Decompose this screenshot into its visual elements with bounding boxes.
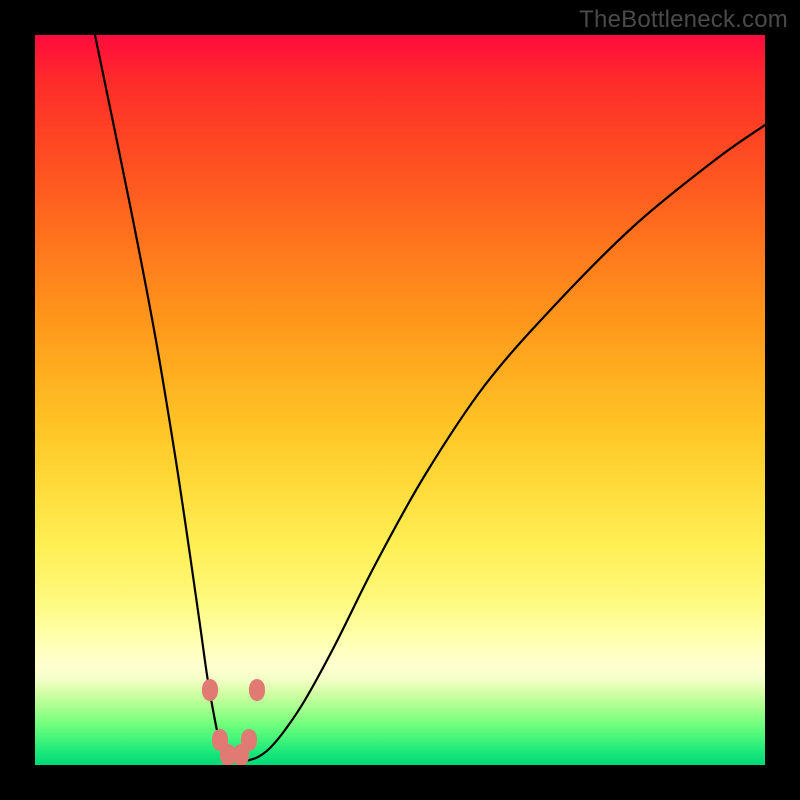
plot-area [35,35,765,765]
curve-marker [249,679,265,701]
curve-marker [233,744,249,765]
chart-stage: TheBottleneck.com [0,0,800,800]
bottleneck-curve [35,35,765,765]
watermark-label: TheBottleneck.com [579,6,788,34]
curve-path [95,35,765,762]
curve-markers [202,679,265,765]
curve-marker [202,679,218,701]
